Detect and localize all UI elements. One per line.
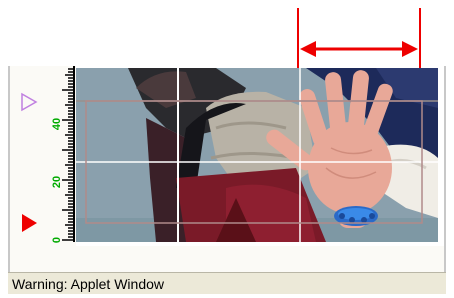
applet-right-border [444,66,446,272]
arrow-left-head [300,41,316,57]
bottom-strip [10,246,444,272]
grid-overlay[interactable] [76,68,438,242]
arrow-right-head [402,41,418,57]
top-marker-triangle-icon[interactable] [20,92,38,112]
status-bar: Warning: Applet Window [8,272,446,294]
ruler-label-40: 40 [51,118,63,130]
bottom-marker-triangle-icon[interactable] [20,212,38,234]
ruler-label-20: 20 [51,176,63,188]
ruler-ticks [62,68,74,241]
applet-area: 40 20 0 [0,0,454,272]
status-bar-text: Warning: Applet Window [12,276,164,292]
ruler-label-0: 0 [51,237,63,243]
bottom-spacer [0,294,454,298]
